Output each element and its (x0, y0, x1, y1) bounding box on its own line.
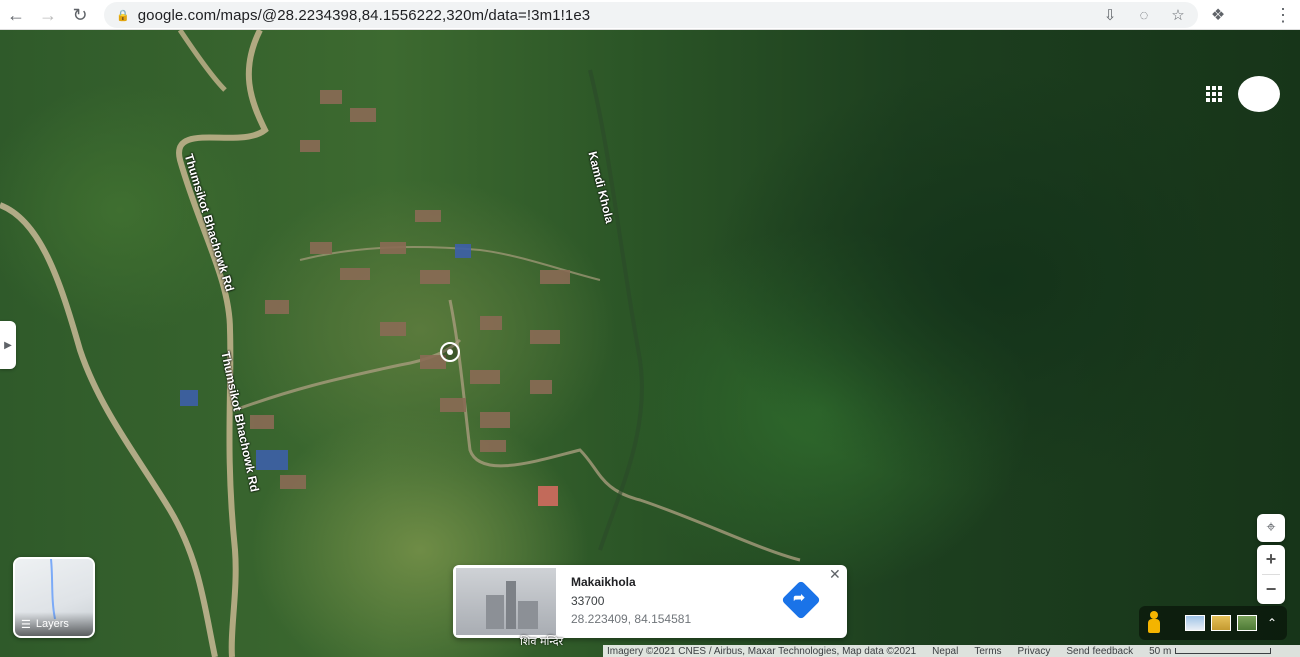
zoom-out-button[interactable]: − (1257, 575, 1285, 604)
chevron-up-icon[interactable]: ⌃ (1267, 616, 1277, 630)
scale-control[interactable]: 50 m (1149, 645, 1272, 657)
imagery-thumb-desert[interactable] (1211, 615, 1231, 631)
my-location-button[interactable]: ⌖ (1257, 514, 1285, 542)
imagery-thumb-terrain[interactable] (1237, 615, 1257, 631)
privacy-link[interactable]: Privacy (1018, 646, 1051, 657)
poi-label: शिव मन्दिर (520, 635, 564, 648)
apps-grid-icon[interactable] (1204, 84, 1224, 104)
place-info-card[interactable]: Makaikhola 33700 28.223409, 84.154581 ➦ … (453, 565, 847, 638)
install-icon[interactable]: ⇩ (1100, 5, 1120, 25)
side-panel-toggle[interactable]: ▶ (0, 321, 16, 369)
lock-icon: 🔒 (116, 9, 130, 22)
address-bar[interactable]: 🔒 google.com/maps/@28.2234398,84.1556222… (104, 2, 1198, 28)
avatar[interactable] (1238, 76, 1280, 112)
country-link[interactable]: Nepal (932, 646, 958, 657)
zoom-in-button[interactable]: + (1257, 545, 1285, 574)
send-feedback-link[interactable]: Send feedback (1066, 646, 1133, 657)
imagery-credit: Imagery ©2021 CNES / Airbus, Maxar Techn… (607, 645, 917, 657)
star-icon[interactable]: ☆ (1168, 5, 1188, 25)
place-photo[interactable] (456, 568, 556, 635)
location-pin-icon[interactable] (440, 342, 460, 362)
crosshair-icon: ⌖ (1266, 519, 1276, 536)
terms-link[interactable]: Terms (974, 646, 1001, 657)
forward-icon[interactable]: → (34, 1, 62, 29)
tracking-off-icon[interactable]: ◌ (1134, 5, 1154, 25)
layers-button[interactable]: ☰ Layers (13, 557, 95, 638)
extensions-icon[interactable]: ❖ (1207, 4, 1229, 26)
layers-icon: ☰ (21, 618, 31, 631)
zoom-control: + − (1257, 545, 1285, 604)
place-postal-code: 33700 (571, 594, 605, 608)
back-icon[interactable]: ← (2, 1, 30, 29)
close-icon[interactable]: ✕ (829, 566, 841, 583)
map-footer: Imagery ©2021 CNES / Airbus, Maxar Techn… (603, 645, 1300, 657)
kebab-menu-icon[interactable]: ⋮ (1272, 4, 1294, 26)
directions-arrow-icon: ➦ (793, 588, 806, 605)
chevron-right-icon: ▶ (4, 339, 12, 351)
satellite-map[interactable]: Thumsikot Bhachowk Rd Thumsikot Bhachowk… (0, 30, 1300, 657)
scale-bar (1175, 648, 1272, 654)
browser-toolbar: ← → ↻ 🔒 google.com/maps/@28.2234398,84.1… (0, 0, 1300, 30)
place-title: Makaikhola (571, 575, 636, 589)
map-roads (0, 30, 801, 657)
imagery-tray: ⌃ (1139, 606, 1287, 640)
place-coordinates: 28.223409, 84.154581 (571, 612, 692, 626)
url-text: google.com/maps/@28.2234398,84.1556222,3… (137, 6, 591, 24)
directions-button[interactable]: ➦ (781, 580, 821, 620)
reload-icon[interactable]: ↻ (66, 1, 94, 29)
scale-label: 50 m (1149, 645, 1172, 657)
pegman-icon[interactable] (1145, 611, 1163, 635)
imagery-thumb-sky[interactable] (1185, 615, 1205, 631)
layers-label: Layers (35, 618, 69, 630)
